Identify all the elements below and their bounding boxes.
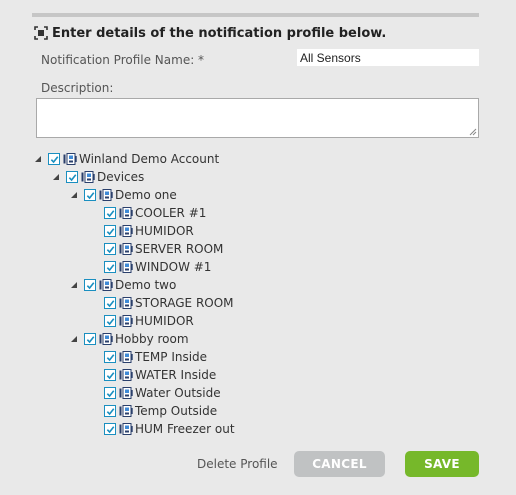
tree-checkbox[interactable] — [84, 189, 96, 201]
sensor-device-icon — [119, 243, 133, 255]
checkmark-icon — [106, 353, 114, 361]
tree-checkbox[interactable] — [48, 153, 60, 165]
target-icon — [34, 26, 48, 40]
checkmark-icon — [50, 155, 58, 163]
tree-node-device: Temp Outside — [104, 402, 217, 420]
tree-checkbox[interactable] — [104, 297, 116, 309]
tree-node-label[interactable]: COOLER #1 — [135, 206, 206, 220]
tree-checkbox[interactable] — [84, 333, 96, 345]
checkmark-icon — [106, 299, 114, 307]
sensor-device-icon — [81, 171, 95, 183]
collapse-triangle-icon[interactable] — [70, 281, 78, 289]
checkmark-icon — [86, 335, 94, 343]
sensor-device-icon — [119, 423, 133, 435]
tree-node-label[interactable]: HUMIDOR — [135, 314, 194, 328]
checkmark-icon — [106, 263, 114, 271]
description-textarea[interactable] — [36, 98, 479, 138]
tree-node-label[interactable]: HUM Freezer out — [135, 422, 235, 436]
checkmark-icon — [106, 227, 114, 235]
tree-node-group: Demo two — [70, 276, 176, 294]
checkmark-icon — [106, 371, 114, 379]
tree-checkbox[interactable] — [104, 225, 116, 237]
checkmark-icon — [106, 389, 114, 397]
tree-node-label[interactable]: HUMIDOR — [135, 224, 194, 238]
tree-node-label[interactable]: Demo one — [115, 188, 177, 202]
checkmark-icon — [106, 425, 114, 433]
tree-node-label[interactable]: Devices — [97, 170, 144, 184]
tree-node-device: HUMIDOR — [104, 222, 194, 240]
tree-node-device: WINDOW #1 — [104, 258, 211, 276]
sensor-device-icon — [119, 207, 133, 219]
sensor-device-icon — [119, 297, 133, 309]
sensor-device-icon — [119, 369, 133, 381]
profile-name-label: Notification Profile Name: * — [41, 53, 205, 67]
sensor-device-icon — [119, 225, 133, 237]
tree-checkbox[interactable] — [104, 405, 116, 417]
tree-node-device: STORAGE ROOM — [104, 294, 234, 312]
profile-name-input[interactable] — [297, 49, 479, 66]
tree-node-device: COOLER #1 — [104, 204, 206, 222]
tree-node-group: Hobby room — [70, 330, 189, 348]
tree-node-device: SERVER ROOM — [104, 240, 223, 258]
sensor-device-icon — [119, 405, 133, 417]
checkmark-icon — [86, 281, 94, 289]
form-heading: Enter details of the notification profil… — [34, 23, 386, 43]
checkmark-icon — [106, 245, 114, 253]
tree-node-label[interactable]: Hobby room — [115, 332, 189, 346]
tree-checkbox[interactable] — [104, 369, 116, 381]
tree-node-label[interactable]: Water Outside — [135, 386, 221, 400]
collapse-triangle-icon[interactable] — [34, 155, 42, 163]
checkmark-icon — [106, 209, 114, 217]
tree-checkbox[interactable] — [104, 315, 116, 327]
tree-node-label[interactable]: Temp Outside — [135, 404, 217, 418]
cancel-button[interactable]: CANCEL — [294, 451, 385, 477]
tree-node-device: HUM Freezer out — [104, 420, 235, 438]
sensor-device-icon — [99, 279, 113, 291]
tree-node-device: WATER Inside — [104, 366, 216, 384]
form-heading-text: Enter details of the notification profil… — [52, 25, 387, 41]
checkmark-icon — [106, 317, 114, 325]
tree-node-label[interactable]: WINDOW #1 — [135, 260, 211, 274]
save-button[interactable]: SAVE — [405, 451, 479, 477]
sensor-device-icon — [99, 189, 113, 201]
top-divider — [32, 13, 479, 17]
tree-checkbox[interactable] — [84, 279, 96, 291]
tree-checkbox[interactable] — [104, 387, 116, 399]
tree-node-label[interactable]: Winland Demo Account — [79, 152, 219, 166]
sensor-device-icon — [63, 153, 77, 165]
tree-node-label[interactable]: STORAGE ROOM — [135, 296, 234, 310]
tree-checkbox[interactable] — [66, 171, 78, 183]
checkmark-icon — [86, 191, 94, 199]
sensor-device-icon — [119, 387, 133, 399]
tree-node-label[interactable]: SERVER ROOM — [135, 242, 223, 256]
sensor-device-icon — [119, 351, 133, 363]
tree-node-device: HUMIDOR — [104, 312, 194, 330]
tree-node-group: Demo one — [70, 186, 177, 204]
checkmark-icon — [106, 407, 114, 415]
tree-checkbox[interactable] — [104, 261, 116, 273]
tree-checkbox[interactable] — [104, 423, 116, 435]
description-label: Description: — [41, 81, 114, 95]
tree-node-device: TEMP Inside — [104, 348, 207, 366]
tree-node-label[interactable]: TEMP Inside — [135, 350, 207, 364]
tree-node-devices: Devices — [52, 168, 144, 186]
collapse-triangle-icon[interactable] — [70, 191, 78, 199]
tree-node-label[interactable]: WATER Inside — [135, 368, 216, 382]
collapse-triangle-icon[interactable] — [52, 173, 60, 181]
tree-node-device: Water Outside — [104, 384, 221, 402]
resize-grip-icon[interactable] — [469, 128, 477, 136]
tree-node-root: Winland Demo Account — [34, 150, 219, 168]
tree-checkbox[interactable] — [104, 351, 116, 363]
tree-node-label[interactable]: Demo two — [115, 278, 176, 292]
sensor-device-icon — [99, 333, 113, 345]
sensor-device-icon — [119, 261, 133, 273]
delete-profile-link[interactable]: Delete Profile — [197, 457, 278, 471]
sensor-device-icon — [119, 315, 133, 327]
collapse-triangle-icon[interactable] — [70, 335, 78, 343]
tree-checkbox[interactable] — [104, 207, 116, 219]
checkmark-icon — [68, 173, 76, 181]
tree-checkbox[interactable] — [104, 243, 116, 255]
